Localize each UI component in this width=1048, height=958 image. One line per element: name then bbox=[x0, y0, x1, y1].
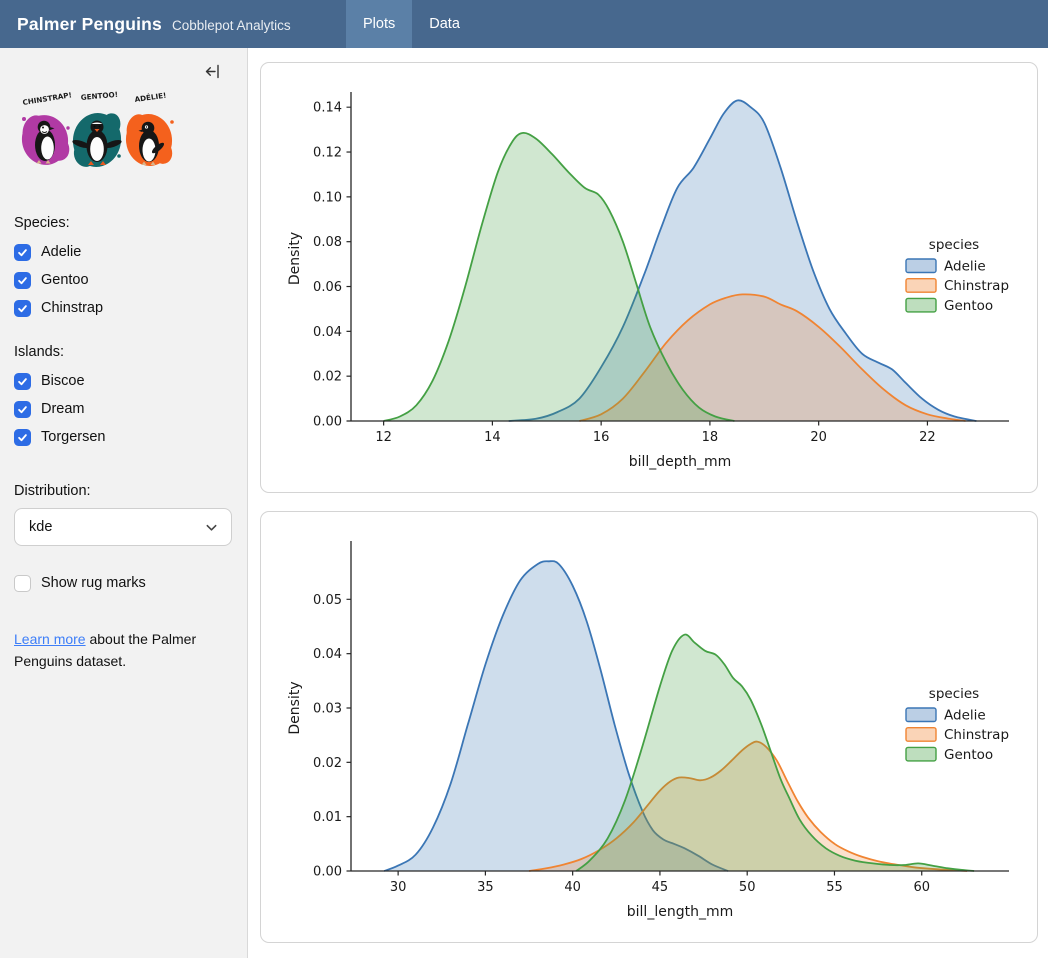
svg-text:20: 20 bbox=[810, 430, 827, 445]
main-panel: 12 14 16 18 20 22 0.00 0.02 0.04 0.06 0.08 0.10 0.12… bbox=[248, 48, 1048, 958]
check-icon bbox=[17, 303, 28, 314]
svg-text:Chinstrap: Chinstrap bbox=[944, 727, 1009, 743]
bill-depth-kde-chart: 12 14 16 18 20 22 0.00 0.02 0.04 0.06 0.08 0.10 0.12… bbox=[261, 63, 1037, 492]
species-checkbox-group: Adelie Gentoo Chinstrap bbox=[14, 238, 231, 322]
checkbox-box[interactable] bbox=[14, 244, 31, 261]
checkbox-adelie[interactable]: Adelie bbox=[14, 238, 231, 266]
brand: Palmer Penguins Cobblepot Analytics bbox=[0, 0, 346, 48]
collapse-sidebar-button[interactable] bbox=[202, 61, 223, 85]
gentoo-label: GENTOO! bbox=[80, 90, 118, 102]
svg-text:35: 35 bbox=[477, 880, 494, 895]
islands-checkbox-group: Biscoe Dream Torgersen bbox=[14, 367, 231, 451]
svg-text:Density: Density bbox=[287, 681, 303, 734]
learn-more-link[interactable]: Learn more bbox=[14, 631, 86, 647]
svg-text:0.00: 0.00 bbox=[313, 865, 342, 880]
svg-text:0.12: 0.12 bbox=[313, 146, 342, 161]
chinstrap-label: CHINSTRAP! bbox=[22, 90, 72, 107]
svg-text:0.14: 0.14 bbox=[313, 101, 342, 116]
species-group-label: Species: bbox=[14, 215, 231, 231]
svg-text:0.00: 0.00 bbox=[313, 415, 342, 430]
svg-text:0.04: 0.04 bbox=[313, 325, 342, 340]
svg-text:0.10: 0.10 bbox=[313, 190, 342, 205]
tab-data[interactable]: Data bbox=[412, 0, 477, 48]
checkbox-torgersen[interactable]: Torgersen bbox=[14, 423, 231, 451]
distribution-select-value: kde bbox=[29, 519, 52, 535]
bill-length-chart-card: 30 35 40 45 50 55 60 0.00 0.01 0.02 0.03 0.04 0.05 bi… bbox=[260, 511, 1038, 943]
svg-text:18: 18 bbox=[702, 430, 719, 445]
svg-text:0.03: 0.03 bbox=[313, 702, 342, 717]
svg-text:0.01: 0.01 bbox=[313, 810, 342, 825]
check-icon bbox=[17, 247, 28, 258]
dataset-note: Learn more about the Palmer Penguins dat… bbox=[14, 629, 214, 672]
checkbox-show-rug-marks[interactable]: Show rug marks bbox=[14, 569, 231, 597]
adelie-label: ADÉLIE! bbox=[134, 91, 167, 104]
svg-text:0.02: 0.02 bbox=[313, 370, 342, 385]
sidebar: CHINSTRAP! GENTOO! ADÉLIE! Species: Adel… bbox=[0, 48, 248, 958]
distribution-label: Distribution: bbox=[14, 483, 231, 499]
checkbox-box[interactable] bbox=[14, 401, 31, 418]
content: CHINSTRAP! GENTOO! ADÉLIE! Species: Adel… bbox=[0, 48, 1048, 958]
navbar: Palmer Penguins Cobblepot Analytics Plot… bbox=[0, 0, 1048, 48]
svg-text:bill_depth_mm: bill_depth_mm bbox=[629, 454, 732, 470]
svg-text:30: 30 bbox=[390, 880, 407, 895]
checkbox-box[interactable] bbox=[14, 575, 31, 592]
svg-text:Chinstrap: Chinstrap bbox=[944, 278, 1009, 294]
svg-text:species: species bbox=[929, 686, 979, 702]
svg-text:45: 45 bbox=[652, 880, 669, 895]
checkbox-box[interactable] bbox=[14, 373, 31, 390]
svg-text:Density: Density bbox=[287, 232, 303, 285]
checkbox-dream[interactable]: Dream bbox=[14, 395, 231, 423]
svg-text:Adelie: Adelie bbox=[944, 259, 986, 275]
svg-text:Gentoo: Gentoo bbox=[944, 298, 993, 314]
svg-text:0.02: 0.02 bbox=[313, 756, 342, 771]
app-title: Palmer Penguins bbox=[17, 14, 162, 35]
bill-depth-chart-card: 12 14 16 18 20 22 0.00 0.02 0.04 0.06 0.08 0.10 0.12… bbox=[260, 62, 1038, 493]
checkbox-biscoe[interactable]: Biscoe bbox=[14, 367, 231, 395]
app-window: Palmer Penguins Cobblepot Analytics Plot… bbox=[0, 0, 1048, 958]
check-icon bbox=[17, 404, 28, 415]
svg-text:0.05: 0.05 bbox=[313, 593, 342, 608]
penguins-artwork: CHINSTRAP! GENTOO! ADÉLIE! bbox=[15, 88, 231, 181]
svg-text:55: 55 bbox=[826, 880, 843, 895]
tab-plots[interactable]: Plots bbox=[346, 0, 412, 48]
svg-text:16: 16 bbox=[593, 430, 610, 445]
svg-text:14: 14 bbox=[484, 430, 501, 445]
svg-text:60: 60 bbox=[913, 880, 930, 895]
check-icon bbox=[17, 376, 28, 387]
svg-text:species: species bbox=[929, 237, 979, 253]
svg-text:0.06: 0.06 bbox=[313, 280, 342, 295]
svg-text:0.08: 0.08 bbox=[313, 235, 342, 250]
checkbox-box[interactable] bbox=[14, 300, 31, 317]
checkbox-box[interactable] bbox=[14, 272, 31, 289]
svg-text:12: 12 bbox=[375, 430, 392, 445]
svg-text:22: 22 bbox=[919, 430, 936, 445]
checkbox-gentoo[interactable]: Gentoo bbox=[14, 266, 231, 294]
svg-text:50: 50 bbox=[739, 880, 756, 895]
checkbox-box[interactable] bbox=[14, 429, 31, 446]
chevron-down-icon bbox=[205, 521, 218, 534]
svg-text:40: 40 bbox=[564, 880, 581, 895]
check-icon bbox=[17, 432, 28, 443]
svg-text:0.04: 0.04 bbox=[313, 647, 342, 662]
islands-group-label: Islands: bbox=[14, 344, 231, 360]
nav-tabs: Plots Data bbox=[346, 0, 477, 48]
svg-text:bill_length_mm: bill_length_mm bbox=[627, 904, 733, 920]
check-icon bbox=[17, 275, 28, 286]
svg-text:Gentoo: Gentoo bbox=[944, 747, 993, 763]
distribution-select[interactable]: kde bbox=[14, 508, 232, 546]
collapse-sidebar-icon bbox=[204, 63, 221, 80]
bill-length-kde-chart: 30 35 40 45 50 55 60 0.00 0.01 0.02 0.03 0.04 0.05 bi… bbox=[261, 512, 1037, 942]
svg-text:Adelie: Adelie bbox=[944, 708, 986, 724]
app-subtitle: Cobblepot Analytics bbox=[172, 18, 291, 33]
checkbox-chinstrap[interactable]: Chinstrap bbox=[14, 294, 231, 322]
